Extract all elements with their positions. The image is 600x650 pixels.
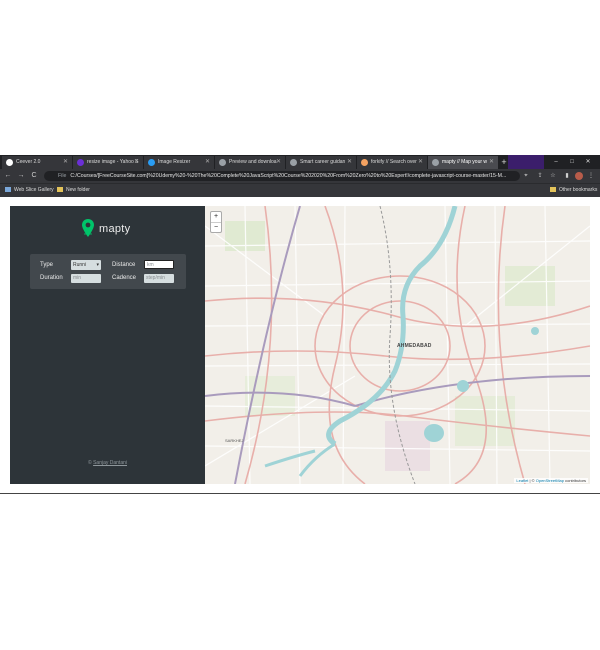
- tab-strip: Ceever 2.0 ✕ resize image - Yahoo S ✕ Im…: [0, 155, 600, 169]
- tab-title: Ceever 2.0: [16, 159, 41, 165]
- city-label: AHMEDABAD: [397, 343, 432, 349]
- tab-favicon-icon: [361, 159, 368, 166]
- web-slice-icon: [5, 187, 11, 193]
- sidebar: mapty Type Runni ▾ Distance km Duration …: [10, 206, 205, 484]
- close-icon[interactable]: ✕: [347, 156, 352, 169]
- tab-favicon-icon: [219, 159, 226, 166]
- tab-mapty[interactable]: mapty // Map your w ✕: [428, 156, 498, 169]
- close-icon[interactable]: ✕: [489, 156, 494, 169]
- cadence-label: Cadence: [112, 275, 137, 281]
- author-link[interactable]: Sanjay Dantani: [93, 460, 127, 466]
- divider: [0, 493, 600, 494]
- distance-label: Distance: [112, 262, 136, 268]
- minimize-button[interactable]: –: [548, 155, 564, 169]
- tab-title: resize image - Yahoo S: [87, 159, 139, 165]
- maximize-button[interactable]: □: [564, 155, 580, 169]
- form-row: Type Runni ▾ Distance km: [30, 259, 186, 273]
- close-icon[interactable]: ✕: [418, 156, 423, 169]
- tab-resize-image[interactable]: resize image - Yahoo S ✕: [73, 156, 143, 169]
- tab-title: Smart career guidan: [300, 159, 346, 165]
- bookmark-label: New folder: [66, 187, 90, 193]
- tab-favicon-icon: [290, 159, 297, 166]
- tab-title: Image Resizer: [158, 159, 191, 165]
- area-label: SARKHEJ: [225, 438, 244, 443]
- type-select-value: Runni: [73, 262, 87, 268]
- duration-label: Duration: [40, 275, 63, 281]
- address-bar[interactable]: File C:/Courses/[FreeCourseSite.com]%20Ud…: [44, 171, 520, 181]
- osm-link[interactable]: OpenStreetMap: [536, 478, 564, 483]
- map-attribution: Leaflet | © OpenStreetMap contributors: [514, 478, 588, 483]
- bookmark-label: Web Slice Gallery: [14, 187, 54, 193]
- duration-input[interactable]: min: [71, 274, 101, 283]
- zoom-out-button[interactable]: −: [211, 222, 221, 233]
- forward-button[interactable]: →: [15, 169, 27, 183]
- browser-toolbar: ← → C File C:/Courses/[FreeCourseSite.com…: [0, 169, 600, 183]
- chevron-down-icon: ▾: [96, 262, 99, 268]
- file-scheme-label: File: [58, 173, 67, 179]
- tab-title: mapty // Map your w: [442, 159, 488, 165]
- tab-forkify[interactable]: forkify // Search over ✕: [357, 156, 427, 169]
- close-icon[interactable]: ✕: [134, 156, 139, 169]
- tab-favicon-icon: [432, 159, 439, 166]
- tabstrip-accent: [508, 155, 544, 169]
- brand-name: mapty: [99, 223, 131, 235]
- mapty-app: mapty Type Runni ▾ Distance km Duration …: [10, 206, 590, 484]
- star-icon[interactable]: ☆: [548, 169, 558, 183]
- menu-icon[interactable]: ⋮: [586, 169, 596, 183]
- map[interactable]: + − AHMEDABAD SARKHEJ Leaflet | © OpenSt…: [205, 206, 590, 484]
- bookmark-new-folder[interactable]: New folder: [57, 184, 90, 196]
- back-button[interactable]: ←: [2, 169, 14, 183]
- leaflet-link[interactable]: Leaflet: [516, 478, 528, 483]
- tab-title: Preview and downloa: [229, 159, 277, 165]
- copyright-symbol: ©: [88, 460, 92, 466]
- other-bookmarks-label: Other bookmarks: [559, 187, 598, 193]
- tab-title: forkify // Search over: [371, 159, 417, 165]
- tab-preview[interactable]: Preview and downloa ✕: [215, 156, 285, 169]
- tab-smart-career[interactable]: Smart career guidan ✕: [286, 156, 356, 169]
- attribution-separator: | ©: [528, 478, 536, 483]
- browser-window: Ceever 2.0 ✕ resize image - Yahoo S ✕ Im…: [0, 155, 600, 197]
- share-icon[interactable]: ⇪: [535, 169, 545, 183]
- bookmarks-bar: Web Slice Gallery New folder Other bookm…: [0, 183, 600, 197]
- profile-avatar[interactable]: [575, 172, 583, 180]
- type-select[interactable]: Runni ▾: [71, 260, 101, 270]
- cadence-input[interactable]: step/min: [144, 274, 174, 283]
- other-bookmarks[interactable]: Other bookmarks: [550, 184, 597, 196]
- close-icon[interactable]: ✕: [63, 156, 68, 169]
- close-window-button[interactable]: ✕: [580, 155, 596, 169]
- tab-favicon-icon: [148, 159, 155, 166]
- address-url: C:/Courses/[FreeCourseSite.com]%20Udemy%…: [70, 173, 507, 179]
- type-label: Type: [40, 262, 54, 268]
- zoom-in-button[interactable]: +: [211, 212, 221, 222]
- tab-image-resizer[interactable]: Image Resizer ✕: [144, 156, 214, 169]
- tab-favicon-icon: [77, 159, 84, 166]
- attribution-suffix: contributors: [563, 478, 586, 483]
- tab-favicon-icon: [6, 159, 13, 166]
- folder-icon: [550, 187, 556, 193]
- reload-button[interactable]: C: [28, 169, 40, 183]
- workout-form: Type Runni ▾ Distance km Duration min Ca…: [30, 254, 186, 289]
- form-row: Duration min Cadence step/min: [30, 272, 186, 286]
- map-pin-icon: [82, 219, 94, 237]
- bookmark-web-slice[interactable]: Web Slice Gallery: [5, 184, 54, 196]
- extensions-icon[interactable]: ▮: [562, 169, 572, 183]
- close-icon[interactable]: ✕: [205, 156, 210, 169]
- copyright: © Sanjay Dantani: [10, 460, 205, 466]
- folder-icon: [57, 187, 63, 193]
- zoom-control: + −: [210, 211, 222, 233]
- tab-ceever[interactable]: Ceever 2.0 ✕: [2, 156, 72, 169]
- location-icon[interactable]: ⌖: [521, 169, 531, 183]
- close-icon[interactable]: ✕: [276, 156, 281, 169]
- distance-input[interactable]: km: [144, 260, 174, 269]
- window-controls: – □ ✕: [548, 155, 596, 169]
